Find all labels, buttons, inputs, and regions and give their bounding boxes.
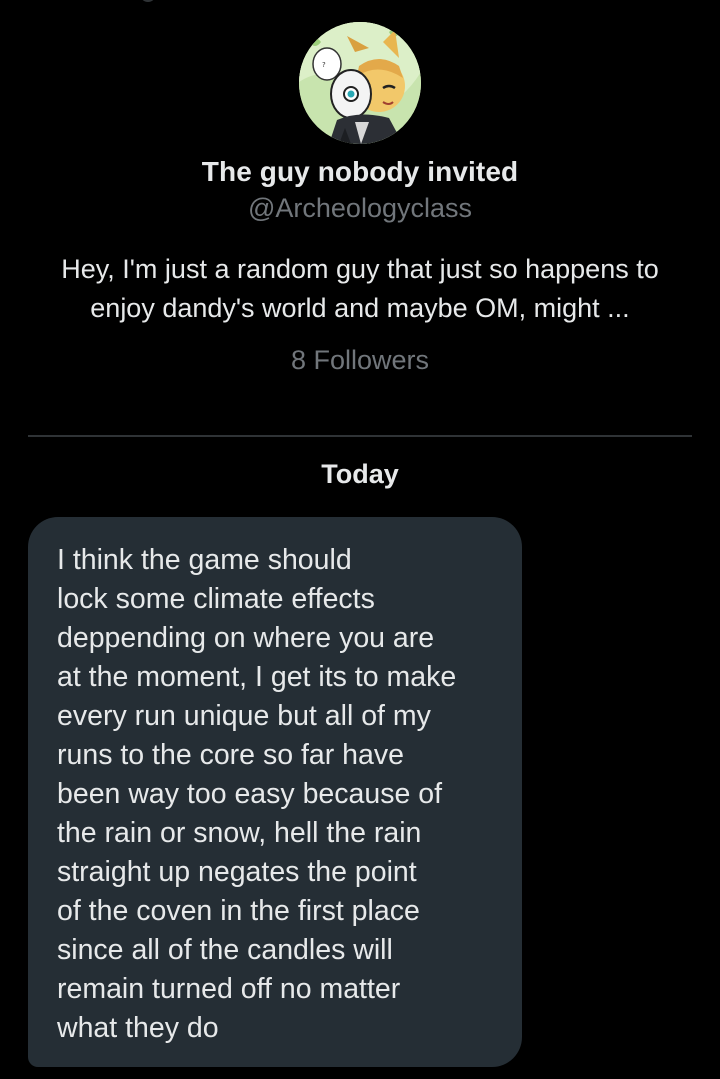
date-separator: Today — [321, 459, 399, 489]
anime-character-avatar-icon: ? — [299, 22, 421, 144]
profile-bio: Hey, I'm just a random guy that just so … — [61, 254, 659, 323]
display-name[interactable]: The guy nobody invited — [0, 156, 720, 188]
svg-text:?: ? — [322, 61, 326, 69]
message-text: I think the game should lock some climat… — [57, 544, 457, 1044]
message-bubble[interactable]: I think the game should lock some climat… — [28, 517, 522, 1067]
avatar[interactable]: ? — [299, 22, 421, 144]
username-handle[interactable]: @Archeologyclass — [0, 193, 720, 224]
divider — [28, 435, 692, 437]
followers-count-link[interactable]: 8 Followers — [0, 345, 720, 376]
partial-element-top — [140, 0, 156, 2]
